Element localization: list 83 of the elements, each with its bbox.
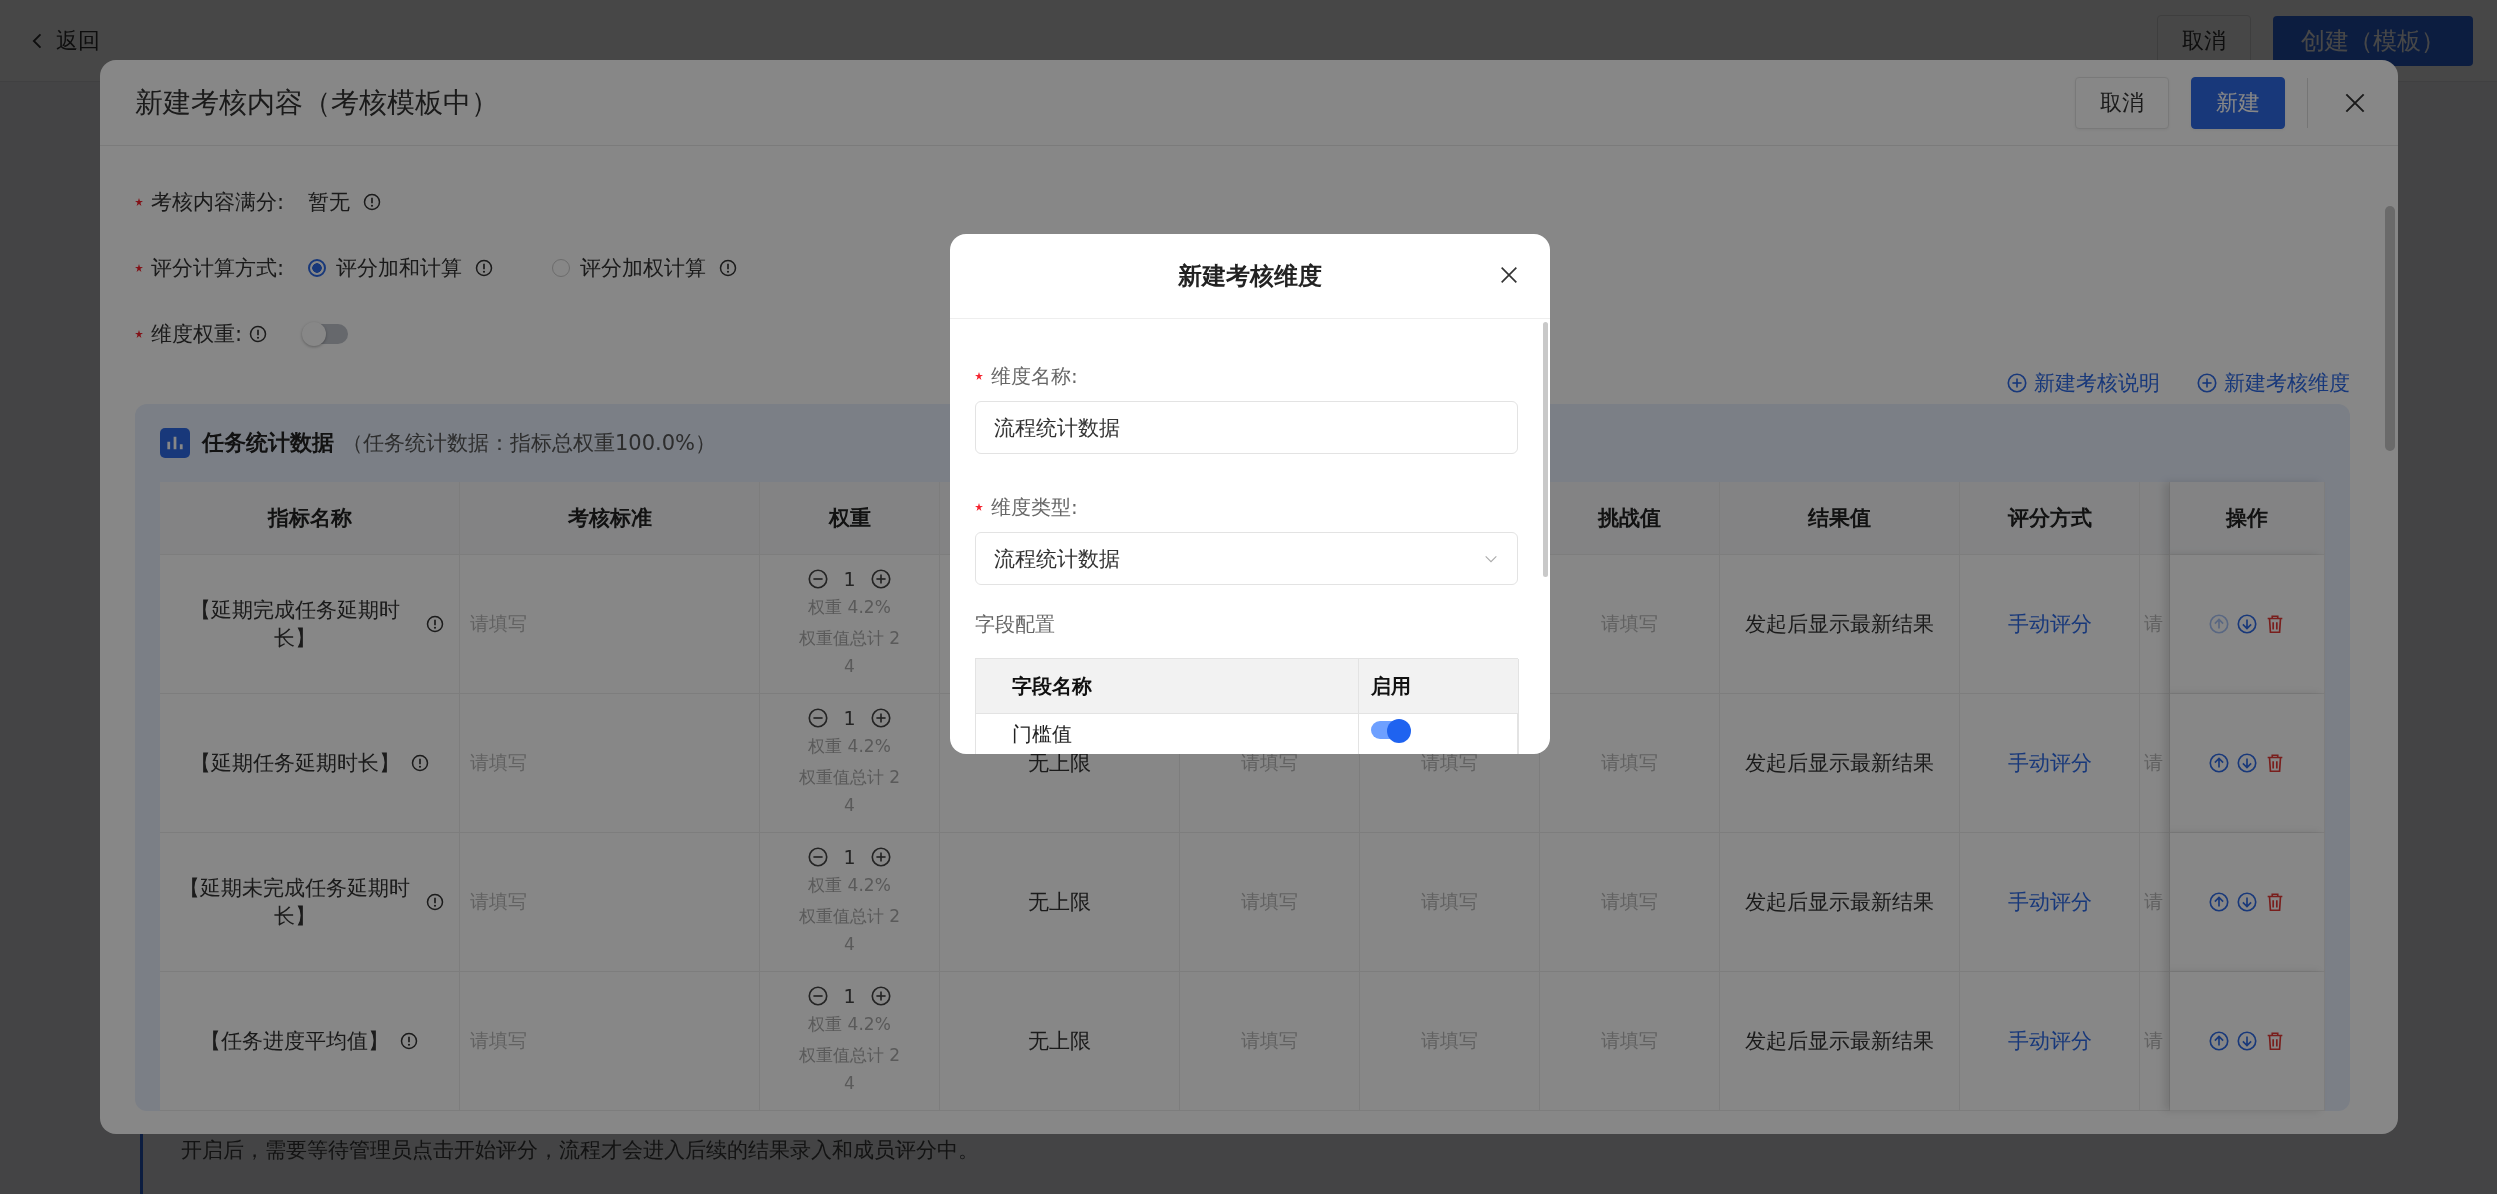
arrow-down-icon[interactable] [2236,891,2258,913]
arrow-up-icon[interactable] [2208,1030,2230,1052]
minus-circle-icon[interactable] [807,985,830,1008]
metric-name: 【延期未完成任务延期时长】 [178,875,411,930]
column-header: 考核标准 [460,482,760,555]
field-label: 维度权重: [151,321,243,348]
metric-name: 【延期完成任务延期时长】 [188,597,401,652]
required-icon [135,264,143,272]
chart-icon [160,428,190,458]
section-subtitle: （任务统计数据：指标总权重100.0%） [342,430,717,457]
scoring-link[interactable]: 手动评分 [2007,888,2092,916]
toggle-switch[interactable] [304,324,349,344]
cell-text: 无上限 [1028,750,1091,777]
required-icon [135,330,143,338]
create-button[interactable]: 新建 [2191,76,2285,129]
section-title: 任务统计数据 [202,429,334,457]
weight-value: 1 [843,846,856,869]
scrollbar[interactable] [1543,322,1548,577]
select-field[interactable]: 流程统计数据 [975,532,1518,585]
modal-title: 新建考核维度 [1178,261,1322,292]
result-text: 发起后显示最新结果 [1745,750,1934,777]
minus-circle-icon[interactable] [807,568,830,591]
field-label: 评分计算方式: [151,255,285,282]
section-label: 字段配置 [975,611,1056,638]
metric-name: 【任务进度平均值】 [200,1028,389,1055]
weight-value: 1 [843,568,856,591]
result-text: 发起后显示最新结果 [1745,611,1934,638]
plus-circle-icon[interactable] [869,985,892,1008]
column-header: 权重 [760,482,940,555]
column-header: 评分方式 [1960,482,2140,555]
required-icon [975,503,983,511]
arrow-up-icon[interactable] [2208,891,2230,913]
arrow-down-icon[interactable] [2236,1030,2258,1052]
arrow-down-icon[interactable] [2236,613,2258,635]
info-icon [409,753,430,773]
plus-circle-icon[interactable] [869,846,892,869]
cancel-button[interactable]: 取消 [2075,76,2169,129]
required-icon [975,372,983,380]
info-icon [718,258,739,278]
minus-circle-icon[interactable] [807,846,830,869]
plus-circle-icon [2006,372,2028,394]
cell-text: 无上限 [1028,1028,1091,1055]
required-icon [135,198,143,206]
arrow-down-icon[interactable] [2236,752,2258,774]
cell-text: 无上限 [1028,889,1091,916]
field-label: 维度名称: [991,362,1078,390]
field-label: 维度类型: [991,493,1078,521]
metric-name: 【延期任务延期时长】 [189,750,400,777]
scrollbar[interactable] [2385,206,2395,451]
info-icon [425,614,445,634]
radio-option[interactable]: 评分加和计算 [308,254,463,282]
info-icon [425,892,445,912]
column-header: 指标名称 [160,482,460,555]
plus-circle-icon [2196,372,2218,394]
scoring-link[interactable]: 手动评分 [2007,1027,2092,1055]
column-header: 结果值 [1720,482,1960,555]
weight-value: 1 [843,985,856,1008]
field-value: 暂无 [308,189,351,216]
scoring-link[interactable]: 手动评分 [2007,749,2092,777]
field-label: 考核内容满分: [151,189,285,216]
input-field[interactable]: 流程统计数据 [975,401,1518,454]
column-header: 字段名称 [976,659,1359,714]
result-text: 发起后显示最新结果 [1745,1028,1934,1055]
column-header: 操作 [2170,482,2325,555]
result-text: 发起后显示最新结果 [1745,889,1934,916]
info-icon [474,258,495,278]
add-link[interactable]: 新建考核维度 [2196,369,2350,397]
info-icon [399,1031,419,1051]
back-link[interactable]: 返回 [28,25,100,56]
column-header: 启用 [1359,659,1519,714]
add-link[interactable]: 新建考核说明 [2006,369,2160,397]
plus-circle-icon[interactable] [869,707,892,730]
close-icon[interactable] [1498,264,1520,286]
info-icon [362,192,383,212]
weight-value: 1 [843,707,856,730]
scoring-link[interactable]: 手动评分 [2007,610,2092,638]
minus-circle-icon[interactable] [807,707,830,730]
info-icon [248,324,269,344]
radio-option[interactable]: 评分加权计算 [552,254,707,282]
arrow-up-icon[interactable] [2208,752,2230,774]
field-name: 门槛值 [1012,721,1072,748]
plus-circle-icon[interactable] [869,568,892,591]
dialog-title: 新建考核内容（考核模板中） [135,84,500,121]
